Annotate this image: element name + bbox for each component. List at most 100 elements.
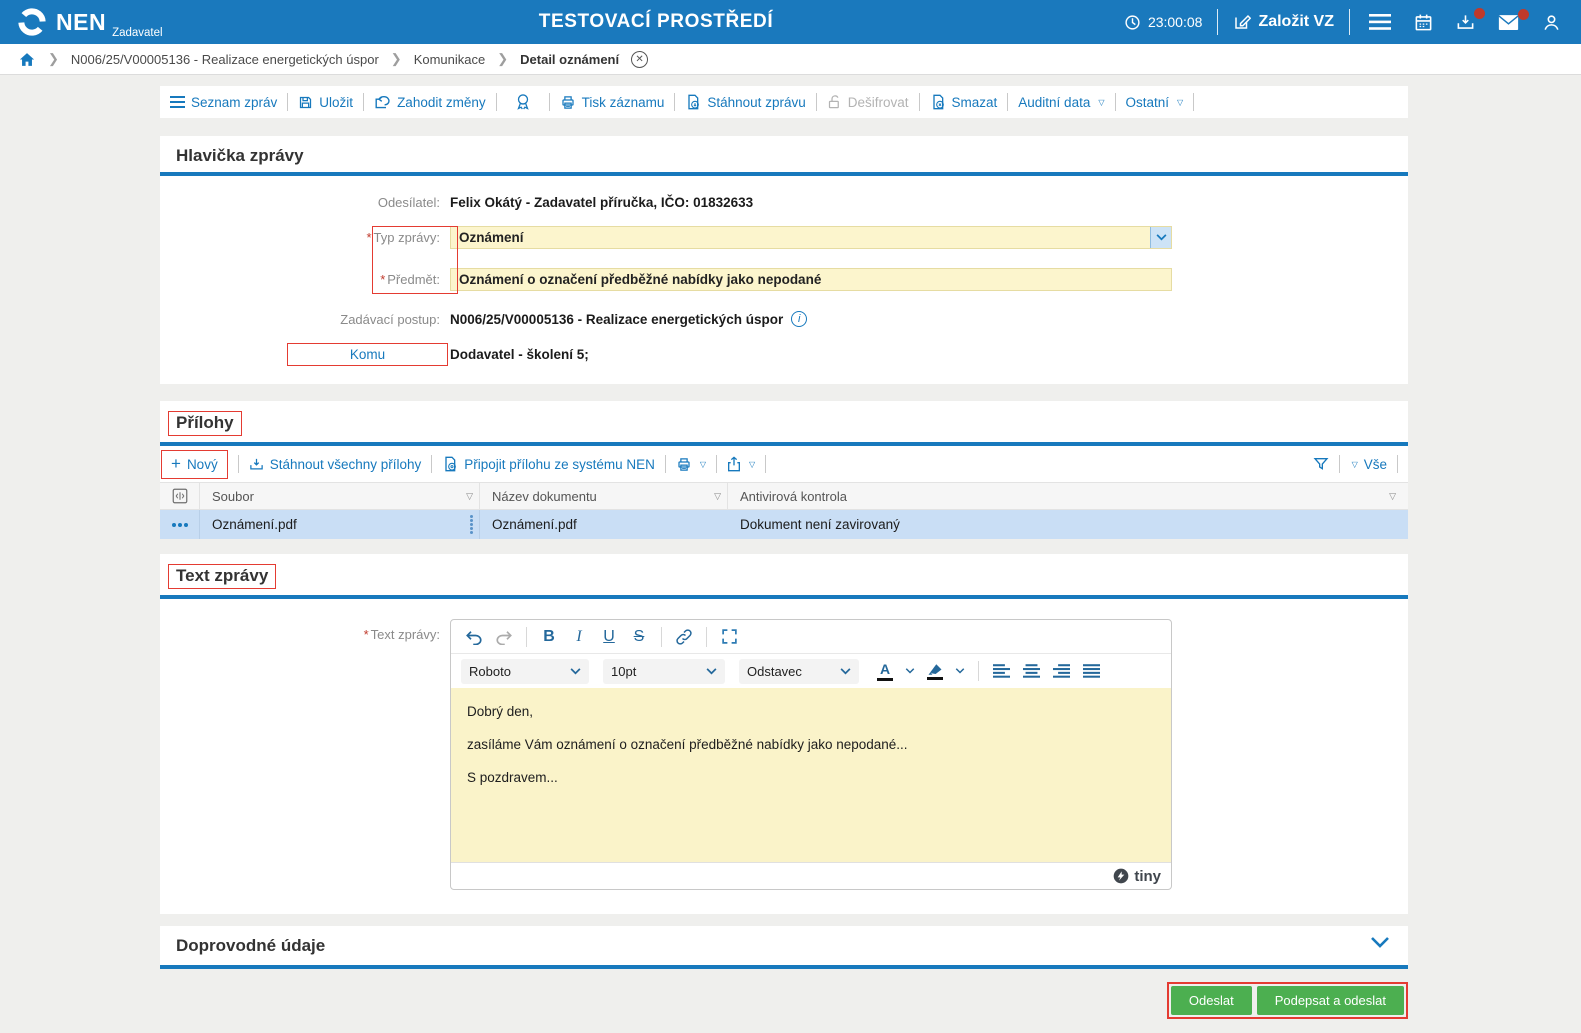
delete-button[interactable]: Smazat [930,94,997,110]
align-left-button[interactable] [988,658,1014,684]
app-brand[interactable]: NEN Zadavatel [16,6,163,39]
download-all-icon [249,457,264,472]
column-header-antivirus[interactable]: Antivirová kontrola ▽ [728,483,1408,509]
font-size-select[interactable]: 10pt [603,658,725,684]
text-color-button[interactable]: A [873,658,897,684]
subject-input[interactable]: Oznámení o označení předběžné nabídky ja… [450,268,1172,291]
download-tray-icon [1456,13,1475,32]
fullscreen-button[interactable] [716,624,742,650]
message-list-button[interactable]: Seznam zpráv [170,95,277,110]
attach-from-nen-button[interactable]: Připojit přílohu ze systému NEN [442,456,655,472]
download-message-button[interactable]: Stáhnout zprávu [685,94,806,110]
breadcrumb-item-communication[interactable]: Komunikace [414,52,486,67]
download-all-attachments-button[interactable]: Stáhnout všechny přílohy [249,457,421,472]
align-right-button[interactable] [1048,658,1074,684]
create-vz-button[interactable]: Založit VZ [1233,13,1334,31]
column-header-doc-name[interactable]: Název dokumentu ▽ [480,483,728,509]
section-underline [160,595,1408,599]
column-filter-caret-icon[interactable]: ▽ [714,491,721,502]
strikethrough-button[interactable]: S [626,624,652,650]
new-attachment-button[interactable]: + Nový [171,454,218,473]
procedure-label: Zadávací postup: [340,311,440,327]
column-chooser-button[interactable] [160,483,200,509]
seal-button[interactable] [507,93,539,111]
message-header-section: Hlavička zprávy Odesílatel: Felix Okátý … [160,136,1408,384]
profile-button[interactable] [1538,13,1565,32]
home-icon[interactable] [18,51,36,68]
message-type-row: * Typ zprávy: Oznámení [160,226,1408,249]
messages-button[interactable] [1494,8,1529,31]
print-attachments-button[interactable]: ▽ [676,457,706,472]
section-title: Hlavička zprávy [176,146,304,165]
recipients-value: Dodavatel - školení 5; [450,347,589,362]
attachment-row[interactable]: Oznámení.pdf Oznámení.pdf Dokument není … [160,510,1408,539]
brand-name: NEN [56,8,107,35]
main-menu-button[interactable] [1365,14,1395,30]
attachment-file-name[interactable]: Oznámení.pdf [212,517,297,532]
editor-line: S pozdravem... [467,770,558,785]
breadcrumb-item-procedure[interactable]: N006/25/V00005136 - Realizace energetick… [71,52,379,67]
divider [287,93,289,111]
underline-button[interactable]: U [596,624,622,650]
procedure-row: Zadávací postup: N006/25/V00005136 - Rea… [160,309,1408,329]
column-header-file[interactable]: Soubor ▽ [200,483,480,509]
annotation-new-button: + Nový [161,449,228,479]
editor-content[interactable]: Dobrý den, zasíláme Vám oznámení o označ… [451,688,1171,862]
discard-changes-button[interactable]: Zahodit změny [374,95,486,110]
select-chevron-icon[interactable] [1150,227,1171,248]
sender-row: Odesílatel: Felix Okátý - Zadavatel přír… [160,192,1408,212]
export-attachments-button[interactable]: ▽ [727,456,755,472]
expand-section-chevron-icon[interactable] [1370,936,1390,948]
divider [363,93,365,111]
calendar-icon [1414,13,1433,32]
rich-text-editor: B I U S Roboto 10pt Odstavec A Dobrý den… [450,619,1172,890]
notification-badge [1474,7,1485,19]
downloads-button[interactable] [1452,7,1485,32]
record-toolbar: Seznam zpráv Uložit Zahodit změny Tisk z… [160,86,1408,118]
link-button[interactable] [671,624,697,650]
font-family-select[interactable]: Roboto [461,658,589,684]
message-type-select[interactable]: Oznámení [450,226,1172,249]
align-center-button[interactable] [1018,658,1044,684]
print-record-button[interactable]: Tisk záznamu [560,95,664,110]
highlight-color-button[interactable] [923,658,947,684]
highlight-color-caret-icon[interactable] [951,658,969,684]
close-tab-icon[interactable]: ✕ [631,50,649,68]
column-filter-caret-icon[interactable]: ▽ [1389,491,1396,502]
column-filter-caret-icon[interactable]: ▽ [466,491,473,502]
row-actions-button[interactable] [160,510,200,539]
calendar-button[interactable] [1410,13,1437,32]
decrypt-button[interactable]: Dešifrovat [827,94,909,110]
block-format-select[interactable]: Odstavec [739,658,859,684]
environment-title: TESTOVACÍ PROSTŘEDÍ [538,11,774,32]
redo-button[interactable] [491,624,517,650]
filter-button[interactable] [1313,456,1329,472]
breadcrumb-item-current: Detail oznámení [520,51,620,67]
audit-data-menu[interactable]: Auditní data ▽ [1018,95,1104,110]
text-color-caret-icon[interactable] [901,658,919,684]
filter-all-select[interactable]: ▽ Vše [1350,457,1387,472]
other-menu[interactable]: Ostatní ▽ [1126,95,1184,110]
divider [1193,93,1195,111]
annotation-action-buttons: Odeslat Podepsat a odeslat [1166,982,1408,1019]
bold-button[interactable]: B [536,624,562,650]
hamburger-menu-icon [1369,14,1391,30]
brand-role-label: Zadavatel [112,26,163,39]
send-button[interactable]: Odeslat [1170,986,1252,1015]
plus-icon: + [171,454,181,473]
drag-handle-icon[interactable] [470,515,473,534]
tiny-brand-label[interactable]: tiny [1134,868,1161,885]
divider [1217,9,1219,35]
justify-button[interactable] [1078,658,1104,684]
save-button[interactable]: Uložit [298,95,353,110]
unlock-icon [827,94,842,110]
info-icon[interactable]: i [791,311,808,327]
recipients-button[interactable]: Komu [287,343,448,366]
italic-button[interactable]: I [566,624,592,650]
section-title: Doprovodné údaje [176,936,326,955]
download-message-icon [685,94,701,110]
undo-button[interactable] [461,624,487,650]
mail-icon [1498,14,1519,31]
divider [918,93,920,111]
sign-and-send-button[interactable]: Podepsat a odeslat [1256,986,1404,1015]
